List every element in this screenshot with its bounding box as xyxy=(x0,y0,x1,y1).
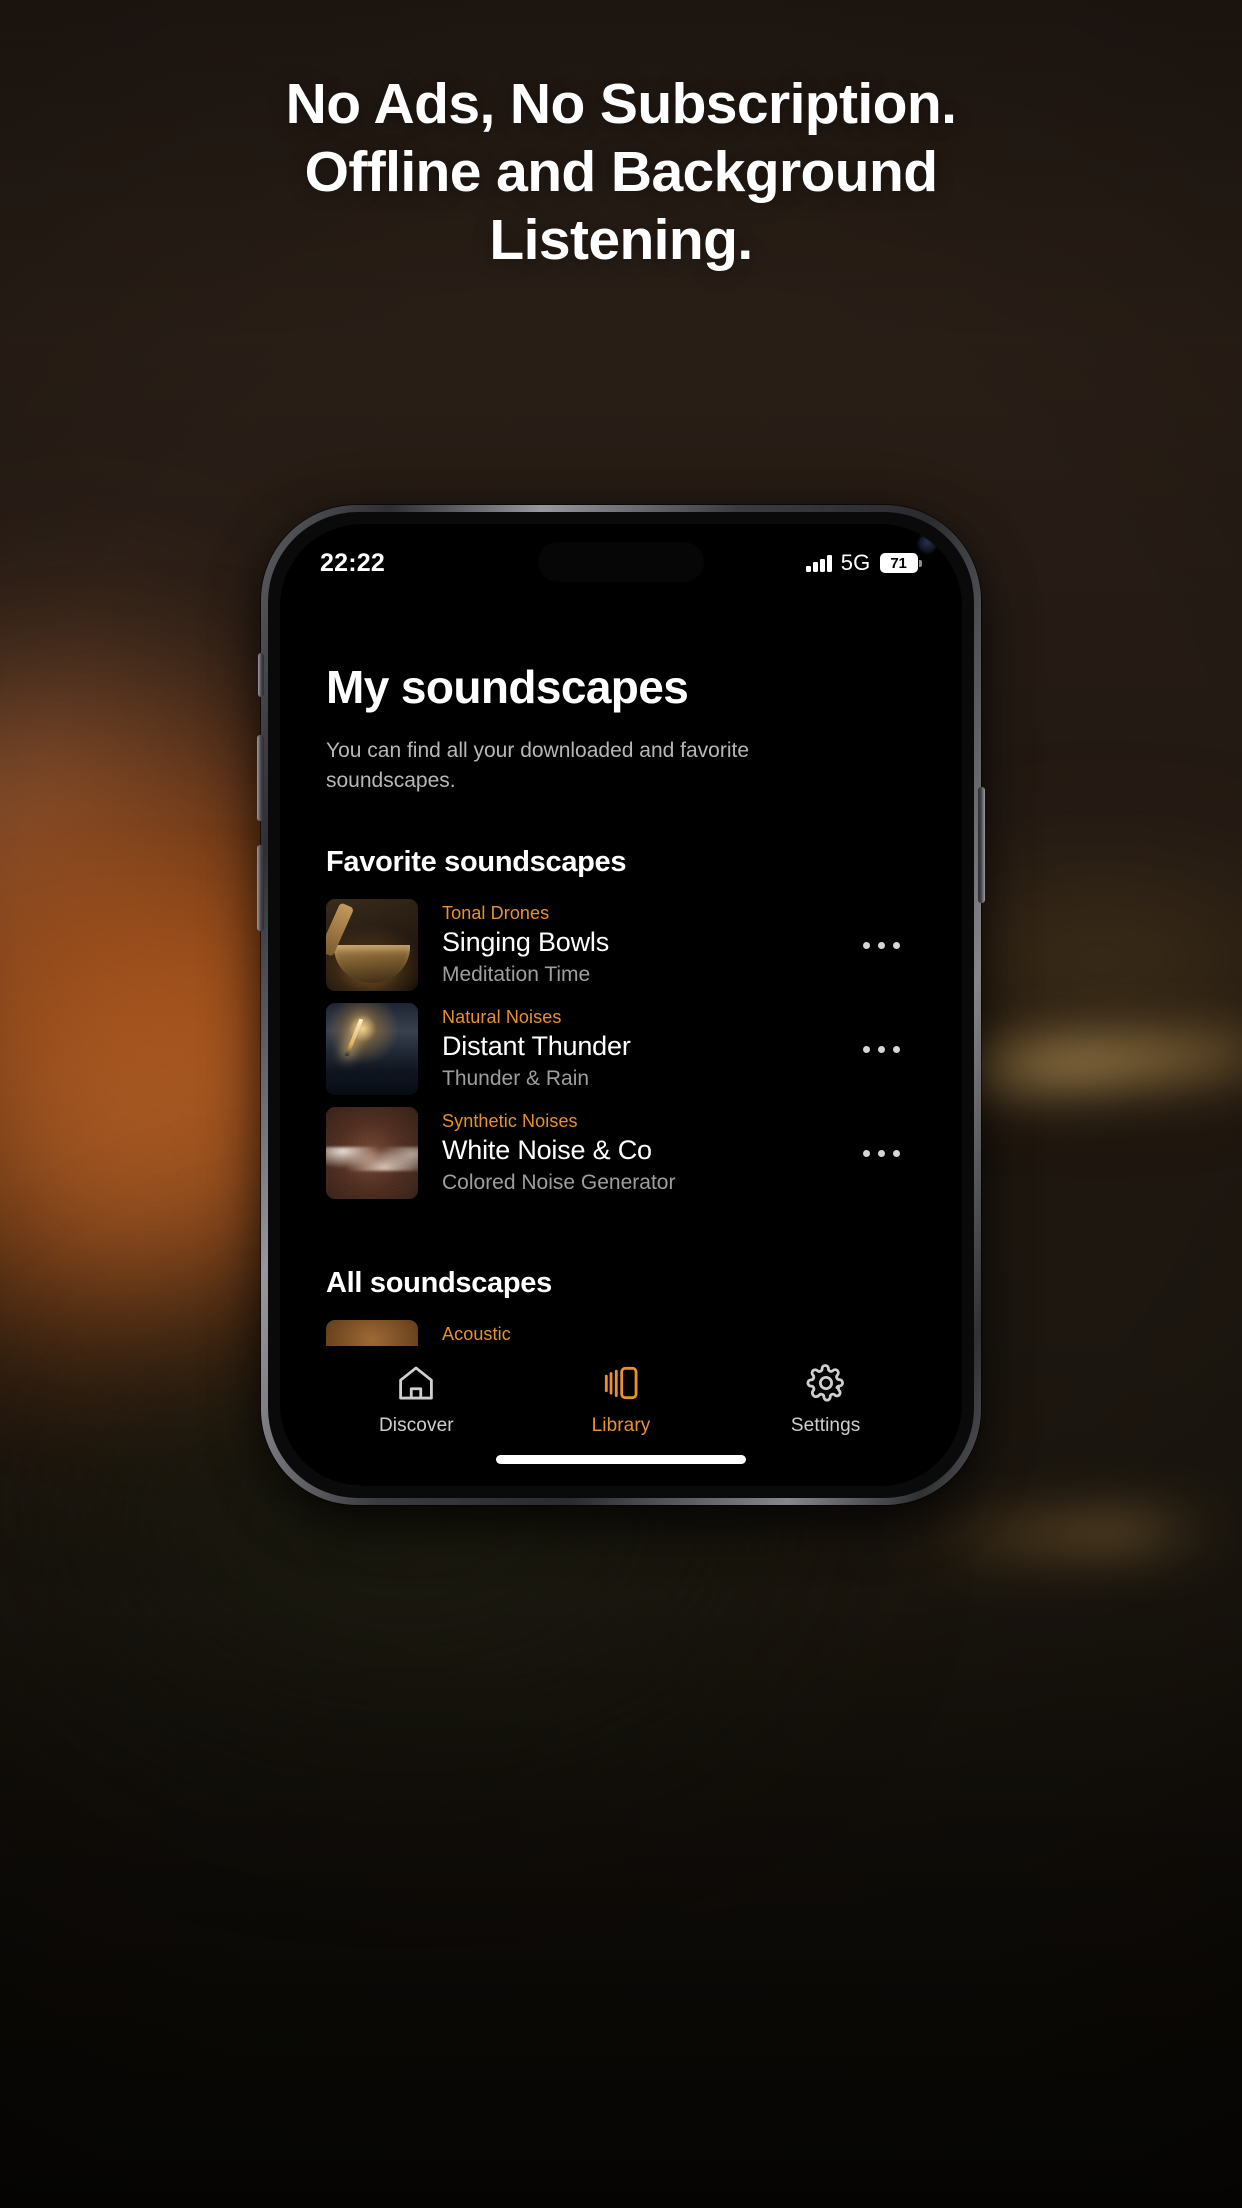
home-indicator[interactable] xyxy=(496,1455,746,1464)
headline-line-3: Listening. xyxy=(489,208,753,272)
list-item-category: Tonal Drones xyxy=(442,903,550,923)
page-subtitle: You can find all your downloaded and fav… xyxy=(326,739,750,792)
battery-cap xyxy=(919,559,922,567)
tab-settings[interactable]: Settings xyxy=(751,1362,901,1437)
thumbnail-distant-thunder xyxy=(326,1003,418,1095)
list-item-subtitle: Colored Noise Generator xyxy=(442,1171,676,1194)
list-item-title: White Noise & Co xyxy=(442,1135,652,1165)
list-item-title: Distant Thunder xyxy=(442,1031,631,1061)
list-item-text: Synthetic Noises White Noise & Co Colore… xyxy=(442,1111,822,1195)
battery-icon: 71 xyxy=(879,553,922,573)
list-item-category: Synthetic Noises xyxy=(442,1111,578,1131)
section-title: Favorite soundscapes xyxy=(326,846,627,878)
list-item-category: Acoustic xyxy=(442,1324,511,1344)
tab-label: Library xyxy=(591,1415,651,1436)
list-item-category: Natural Noises xyxy=(442,1007,562,1027)
list-item-subtitle: Thunder & Rain xyxy=(442,1067,590,1090)
favorite-soundscapes-list: Tonal Drones Singing Bowls Meditation Ti… xyxy=(326,899,916,1199)
list-item[interactable]: Synthetic Noises White Noise & Co Colore… xyxy=(326,1107,916,1199)
list-item-text: Tonal Drones Singing Bowls Meditation Ti… xyxy=(442,903,822,987)
mute-switch-button[interactable] xyxy=(258,653,264,697)
phone-screen: 22:22 5G 71 My soundscapes You can find … xyxy=(280,524,962,1486)
more-options-icon[interactable] xyxy=(846,915,916,975)
marketing-headline: No Ads, No Subscription. Offline and Bac… xyxy=(0,70,1242,274)
tab-label: Discover xyxy=(378,1415,454,1436)
section-favorite-soundscapes: Favorite soundscapes Tonal Drones Singin… xyxy=(326,846,916,1199)
page-title: My soundscapes xyxy=(326,661,689,713)
list-item-subtitle: Meditation Time xyxy=(442,963,591,986)
library-icon xyxy=(604,1366,638,1400)
status-bar: 22:22 5G 71 xyxy=(280,542,962,584)
headline-line-2: Offline and Background xyxy=(304,140,938,204)
gear-icon xyxy=(806,1364,844,1402)
status-bar-time: 22:22 xyxy=(320,548,385,577)
list-item-title: Singing Bowls xyxy=(442,927,609,957)
more-options-icon[interactable] xyxy=(846,1019,916,1079)
list-item[interactable]: Tonal Drones Singing Bowls Meditation Ti… xyxy=(326,899,916,991)
network-type-label: 5G xyxy=(840,550,871,575)
tab-library[interactable]: Library xyxy=(546,1362,696,1437)
bottom-tab-bar: Discover Library Settings xyxy=(280,1346,962,1486)
tab-discover[interactable]: Discover xyxy=(341,1362,491,1437)
home-icon xyxy=(399,1366,434,1400)
battery-percent-label: 71 xyxy=(890,554,907,572)
phone-mockup: 22:22 5G 71 My soundscapes You can find … xyxy=(257,505,985,1511)
section-title: All soundscapes xyxy=(326,1267,552,1299)
cellular-signal-icon xyxy=(806,554,832,572)
tab-label: Settings xyxy=(790,1415,861,1436)
phone-frame: 22:22 5G 71 My soundscapes You can find … xyxy=(257,505,985,1505)
thumbnail-singing-bowls xyxy=(326,899,418,991)
thumbnail-white-noise xyxy=(326,1107,418,1199)
volume-down-button[interactable] xyxy=(257,845,264,931)
list-item-text: Natural Noises Distant Thunder Thunder &… xyxy=(442,1007,822,1091)
phone-bezel: 22:22 5G 71 My soundscapes You can find … xyxy=(268,512,974,1498)
power-button[interactable] xyxy=(978,787,985,903)
list-item[interactable]: Natural Noises Distant Thunder Thunder &… xyxy=(326,1003,916,1095)
headline-line-1: No Ads, No Subscription. xyxy=(285,72,957,136)
status-bar-indicators: 5G 71 xyxy=(806,550,922,576)
volume-up-button[interactable] xyxy=(257,735,264,821)
more-options-icon[interactable] xyxy=(846,1123,916,1183)
